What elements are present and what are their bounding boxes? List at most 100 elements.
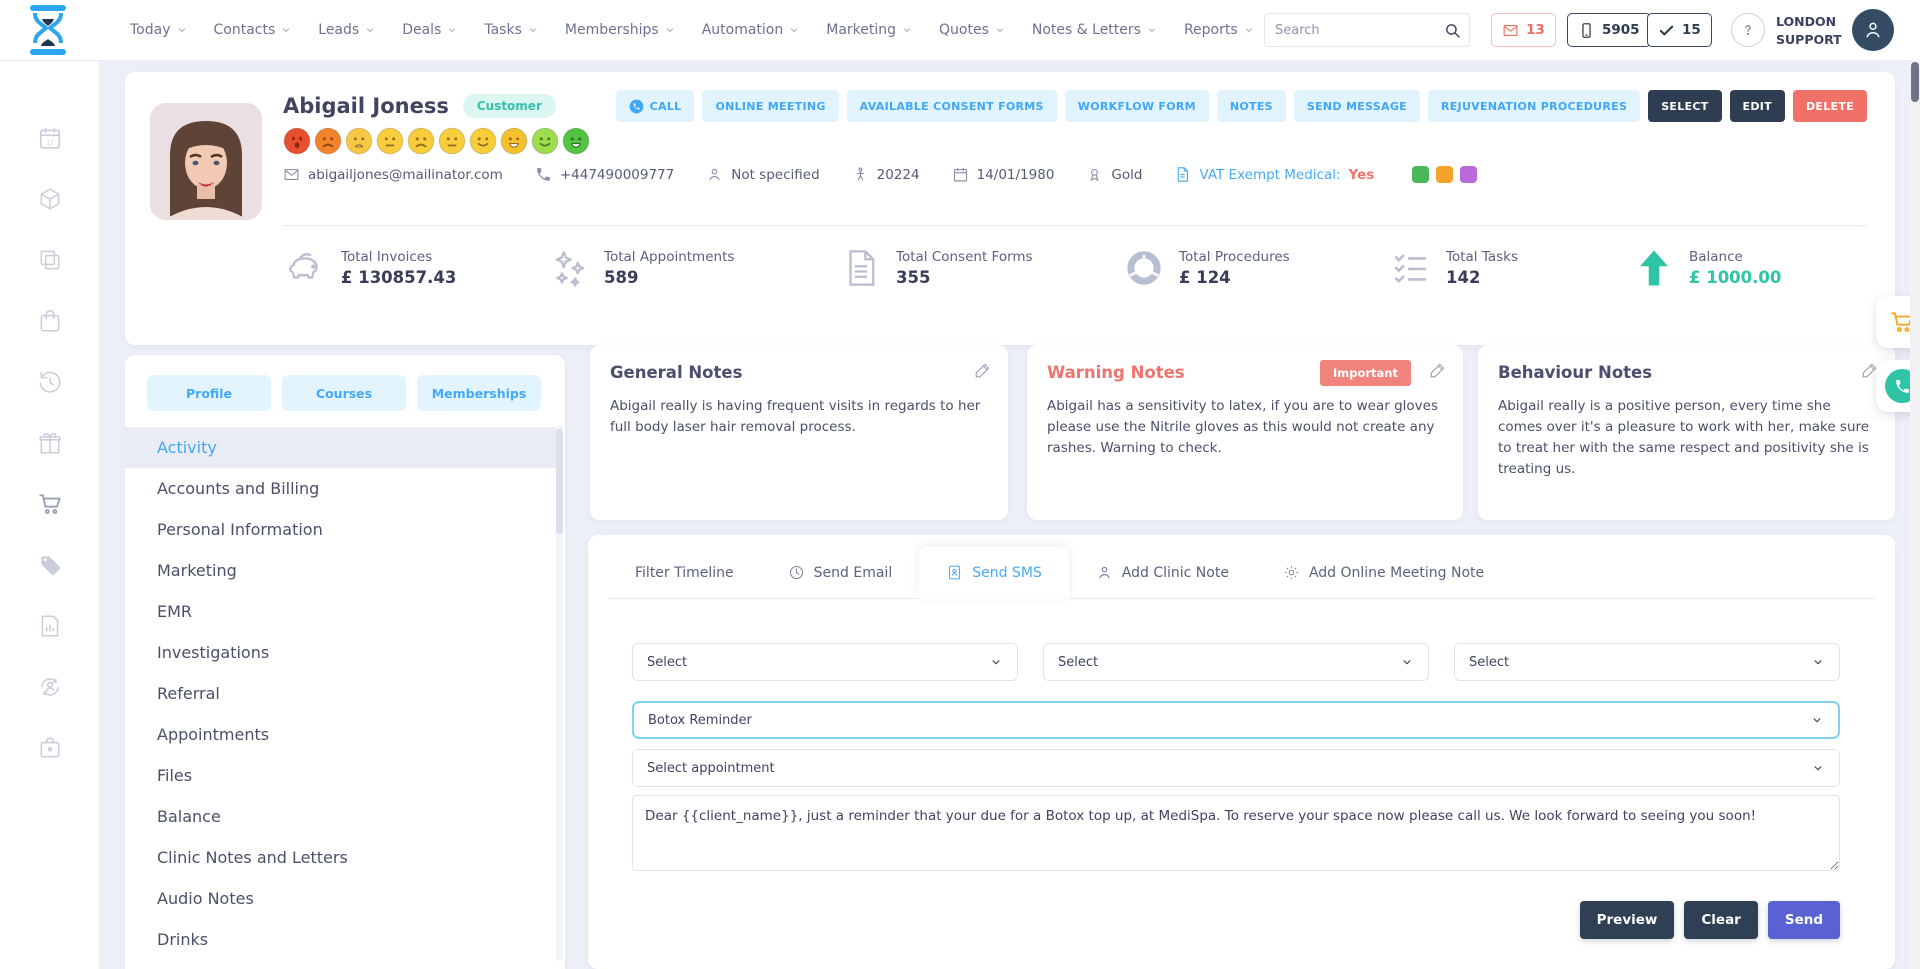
avatar[interactable] <box>1852 9 1894 51</box>
nav-item-notes-letters[interactable]: Notes & Letters <box>1032 22 1158 38</box>
panel-scrollbar[interactable] <box>556 425 563 961</box>
menu-item-referral[interactable]: Referral <box>125 673 565 714</box>
nav-item-memberships[interactable]: Memberships <box>565 22 676 38</box>
mood-5-icon[interactable] <box>407 127 435 155</box>
nav-item-automation[interactable]: Automation <box>702 22 801 38</box>
page-scrollbar-thumb[interactable] <box>1911 62 1919 102</box>
height-icon <box>852 166 869 183</box>
stat-total-procedures: Total Procedures£ 124 <box>1123 247 1290 289</box>
help-button[interactable] <box>1731 13 1765 47</box>
menu-item-appointments[interactable]: Appointments <box>125 714 565 755</box>
mood-3-icon[interactable] <box>345 127 373 155</box>
nav-item-today[interactable]: Today <box>130 22 188 38</box>
action-label: NOTES <box>1230 100 1273 113</box>
badge-task-count[interactable]: 15 <box>1647 13 1712 47</box>
menu-item-investigations[interactable]: Investigations <box>125 632 565 673</box>
filter-select-2[interactable]: Select <box>1043 643 1429 681</box>
tab-memberships[interactable]: Memberships <box>417 375 541 411</box>
action-send-message-button[interactable]: SEND MESSAGE <box>1294 90 1420 122</box>
appointment-select[interactable]: Select appointment <box>632 749 1840 787</box>
nav-item-deals[interactable]: Deals <box>402 22 458 38</box>
filter-select-3[interactable]: Select <box>1454 643 1840 681</box>
calendar12-icon: 12 <box>37 125 63 151</box>
action-notes-button[interactable]: NOTES <box>1217 90 1286 122</box>
nav-item-contacts[interactable]: Contacts <box>214 22 293 38</box>
action-online-meeting-button[interactable]: ONLINE MEETING <box>702 90 838 122</box>
mood-1-icon[interactable] <box>283 127 311 155</box>
swatch-3[interactable] <box>1460 166 1477 183</box>
rail-vault-icon[interactable] <box>37 735 63 761</box>
mood-9-icon[interactable] <box>531 127 559 155</box>
menu-item-balance[interactable]: Balance <box>125 796 565 837</box>
swatch-2[interactable] <box>1436 166 1453 183</box>
mood-2-icon[interactable] <box>314 127 342 155</box>
action-rejuvenation-procedures-button[interactable]: REJUVENATION PROCEDURES <box>1428 90 1640 122</box>
rail-bag-icon[interactable] <box>37 308 63 334</box>
nav-item-quotes[interactable]: Quotes <box>939 22 1006 38</box>
tab-profile[interactable]: Profile <box>147 375 271 411</box>
nav-item-label: Today <box>130 22 171 38</box>
action-label: ONLINE MEETING <box>715 100 825 113</box>
rail-price-tag-icon[interactable] <box>37 552 63 578</box>
stat-value: 142 <box>1446 268 1518 287</box>
important-badge: Important <box>1320 360 1411 386</box>
rail-report-icon[interactable] <box>37 613 63 639</box>
contact-value: Gold <box>1111 167 1142 183</box>
tab-send-email[interactable]: Send Email <box>761 547 920 598</box>
rail-package-icon[interactable] <box>37 186 63 212</box>
edit-note-icon[interactable] <box>974 361 992 379</box>
tab-add-online-meeting-note[interactable]: Add Online Meeting Note <box>1256 547 1511 598</box>
clear-button[interactable]: Clear <box>1684 901 1757 939</box>
menu-item-files[interactable]: Files <box>125 755 565 796</box>
tab-add-clinic-note[interactable]: Add Clinic Note <box>1069 547 1256 598</box>
page-scrollbar[interactable] <box>1910 60 1920 969</box>
menu-item-emr[interactable]: EMR <box>125 591 565 632</box>
chevron-down-icon <box>664 24 676 36</box>
menu-item-activity[interactable]: Activity <box>125 427 556 468</box>
menu-item-drinks[interactable]: Drinks <box>125 919 565 960</box>
patient-contact-row: abigailjones@mailinator.com+447490009777… <box>283 166 1477 183</box>
search-icon[interactable] <box>1435 14 1469 46</box>
search-input[interactable] <box>1265 23 1435 38</box>
edit-note-icon[interactable] <box>1429 361 1447 379</box>
preview-button[interactable]: Preview <box>1580 901 1675 939</box>
rail-cart-icon[interactable] <box>37 491 63 517</box>
rail-gift-icon[interactable] <box>37 430 63 456</box>
menu-item-clinic-notes-and-letters[interactable]: Clinic Notes and Letters <box>125 837 565 878</box>
nav-item-tasks[interactable]: Tasks <box>484 22 539 38</box>
action-workflow-form-button[interactable]: WORKFLOW FORM <box>1065 90 1209 122</box>
swatch-1[interactable] <box>1412 166 1429 183</box>
mood-8-icon[interactable] <box>500 127 528 155</box>
tab-filter-timeline[interactable]: Filter Timeline <box>608 547 761 598</box>
action-select-button[interactable]: SELECT <box>1648 90 1721 122</box>
panel-scrollbar-thumb[interactable] <box>556 429 563 534</box>
mood-4-icon[interactable] <box>376 127 404 155</box>
menu-item-marketing[interactable]: Marketing <box>125 550 565 591</box>
app-logo-hourglass-icon[interactable] <box>26 5 70 55</box>
menu-item-accounts-and-billing[interactable]: Accounts and Billing <box>125 468 565 509</box>
menu-item-audio-notes[interactable]: Audio Notes <box>125 878 565 919</box>
mood-6-icon[interactable] <box>438 127 466 155</box>
menu-item-personal-information[interactable]: Personal Information <box>125 509 565 550</box>
sms-message-textarea[interactable]: Dear {{client_name}}, just a reminder th… <box>632 795 1840 871</box>
sms-template-select[interactable]: Botox Reminder <box>632 701 1840 739</box>
send-button[interactable]: Send <box>1768 901 1840 939</box>
badge-email-count[interactable]: 13 <box>1491 13 1556 47</box>
rail-calendar12-icon[interactable]: 12 <box>37 125 63 151</box>
action-available-consent-forms-button[interactable]: AVAILABLE CONSENT FORMS <box>847 90 1057 122</box>
tab-courses[interactable]: Courses <box>282 375 406 411</box>
filter-select-1[interactable]: Select <box>632 643 1018 681</box>
action-edit-button[interactable]: EDIT <box>1730 90 1785 122</box>
mood-7-icon[interactable] <box>469 127 497 155</box>
rail-history-icon[interactable] <box>37 369 63 395</box>
mood-10-icon[interactable] <box>562 127 590 155</box>
rail-support-icon[interactable] <box>37 674 63 700</box>
action-call-button[interactable]: CALL <box>616 90 695 122</box>
nav-item-marketing[interactable]: Marketing <box>826 22 913 38</box>
rail-copy-icon[interactable] <box>37 247 63 273</box>
nav-item-leads[interactable]: Leads <box>318 22 376 38</box>
nav-item-reports[interactable]: Reports <box>1184 22 1255 38</box>
tab-send-sms[interactable]: Send SMS <box>919 547 1069 598</box>
badge-sms-credit[interactable]: 5905 <box>1567 13 1651 47</box>
action-delete-button[interactable]: DELETE <box>1793 90 1867 122</box>
